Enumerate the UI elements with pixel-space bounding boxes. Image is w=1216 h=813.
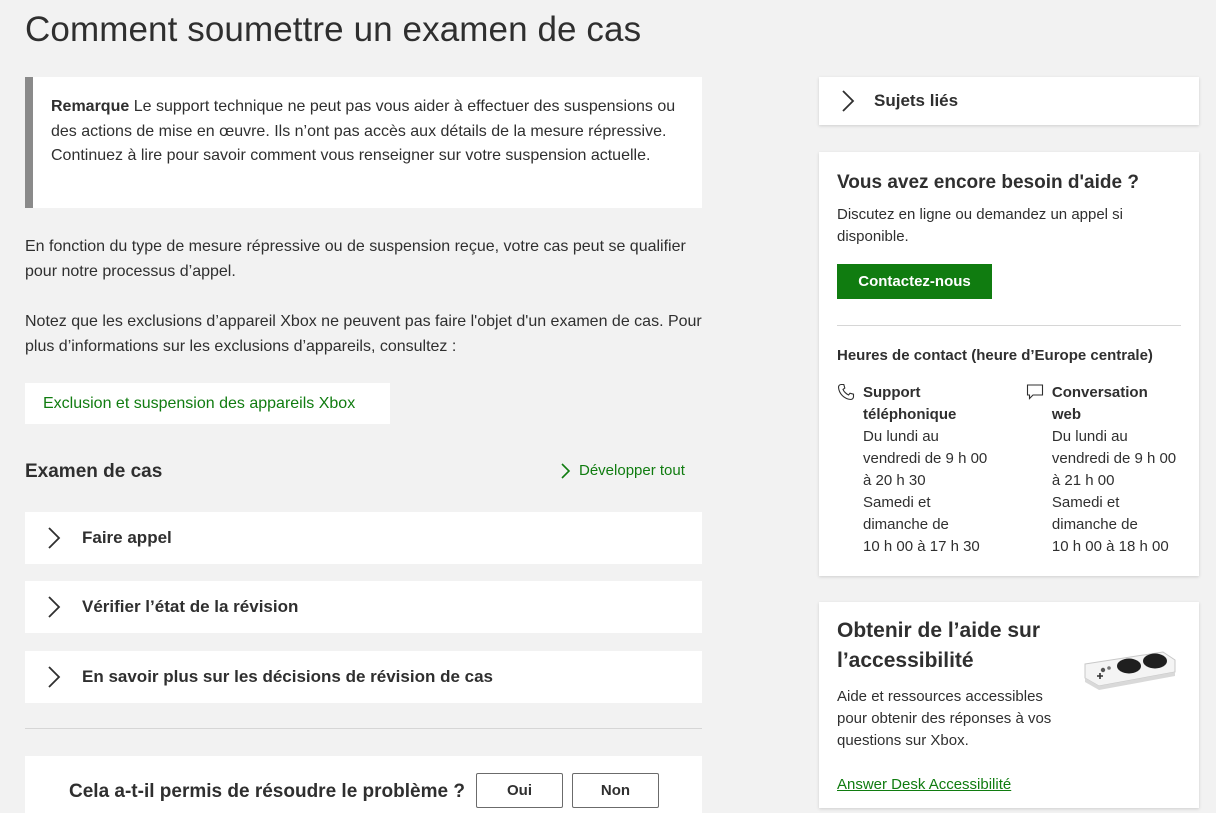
- accordion-appeal[interactable]: Faire appel: [25, 512, 702, 564]
- phone-hours-line: Du lundi au: [863, 428, 939, 445]
- page-title: Comment soumettre un examen de cas: [25, 10, 642, 49]
- chat-hours-line: vendredi de 9 h 00: [1051, 450, 1177, 467]
- note-callout: Remarque Le support technique ne peut pa…: [25, 77, 702, 208]
- device-exclusion-link[interactable]: Exclusion et suspension des appareils Xb…: [25, 383, 390, 424]
- help-title: Vous avez encore besoin d'aide ?: [837, 172, 1139, 193]
- note-label: Remarque: [51, 98, 130, 115]
- chevron-right-icon: [561, 462, 571, 479]
- adaptive-controller-icon: [1084, 651, 1176, 690]
- divider: [837, 325, 1181, 326]
- phone-hours-line: vendredi de 9 h 00: [863, 450, 988, 467]
- answer-desk-accessibility-link[interactable]: Answer Desk Accessibilité: [837, 776, 1181, 793]
- web-chat-title: Conversation web: [1051, 384, 1148, 423]
- chevron-right-icon: [48, 666, 61, 688]
- expand-all-label: Développer tout: [579, 462, 685, 479]
- phone-support-option: Support téléphonique Du lundi au vendred…: [837, 382, 1026, 558]
- web-chat-option: Conversation web Du lundi au vendredi de…: [1026, 382, 1181, 558]
- chat-hours-line: dimanche de: [1051, 516, 1138, 533]
- help-card: Vous avez encore besoin d'aide ? Discute…: [819, 152, 1199, 576]
- chat-hours-line: Du lundi au: [1051, 428, 1128, 445]
- phone-hours-line: 10 h 00 à 17 h 30: [863, 538, 980, 555]
- phone-hours-line: dimanche de: [863, 516, 949, 533]
- chat-hours-line: 10 h 00 à 18 h 00: [1051, 538, 1169, 555]
- help-description: Discutez en ligne ou demandez un appel s…: [837, 206, 1124, 245]
- accordion-check-status[interactable]: Vérifier l’état de la révision: [25, 581, 702, 633]
- contact-options: Support téléphonique Du lundi au vendred…: [837, 382, 1181, 558]
- related-topics-label: Sujets liés: [874, 91, 959, 110]
- chat-hours-line: à 21 h 00: [1051, 472, 1115, 489]
- feedback-no-button[interactable]: Non: [572, 773, 659, 808]
- accordion-label: Vérifier l’état de la révision: [82, 597, 299, 616]
- accessibility-title: Obtenir de l’aide sur l’accessibilité: [837, 619, 1041, 672]
- device-exclusion-paragraph: Notez que les exclusions d’appareil Xbox…: [25, 313, 702, 355]
- phone-support-title: Support: [863, 384, 921, 401]
- phone-support-title: téléphonique: [863, 406, 957, 423]
- feedback-question: Cela a-t-il permis de résoudre le problè…: [69, 781, 465, 802]
- phone-hours-line: Samedi et: [863, 494, 931, 511]
- feedback-yes-button[interactable]: Oui: [476, 773, 563, 808]
- chat-icon: [1026, 384, 1043, 400]
- appeal-eligibility-paragraph: En fonction du type de mesure répressive…: [25, 238, 686, 280]
- contact-hours-title: Heures de contact (heure d’Europe centra…: [837, 347, 1153, 364]
- chat-hours-line: Samedi et: [1051, 494, 1120, 511]
- case-review-heading: Examen de cas: [25, 461, 163, 482]
- chevron-right-icon: [48, 527, 61, 549]
- chevron-right-icon: [842, 90, 855, 112]
- phone-icon: [837, 383, 855, 401]
- feedback-panel: Cela a-t-il permis de résoudre le problè…: [25, 756, 702, 813]
- expand-all-link[interactable]: Développer tout: [560, 462, 700, 479]
- accordion-label: En savoir plus sur les décisions de révi…: [82, 667, 494, 686]
- note-text: Le support technique ne peut pas vous ai…: [51, 98, 676, 164]
- accessibility-description: Aide et ressources accessibles pour obte…: [837, 688, 1052, 749]
- contact-us-button[interactable]: Contactez-nous: [837, 264, 992, 299]
- related-topics-toggle[interactable]: Sujets liés: [819, 77, 1199, 125]
- phone-hours-line: à 20 h 30: [863, 472, 926, 489]
- chevron-right-icon: [48, 596, 61, 618]
- accordion-learn-more[interactable]: En savoir plus sur les décisions de révi…: [25, 651, 702, 703]
- accessibility-card: Obtenir de l’aide sur l’accessibilité Ai…: [819, 602, 1199, 808]
- accordion-label: Faire appel: [82, 528, 172, 547]
- divider: [25, 728, 702, 729]
